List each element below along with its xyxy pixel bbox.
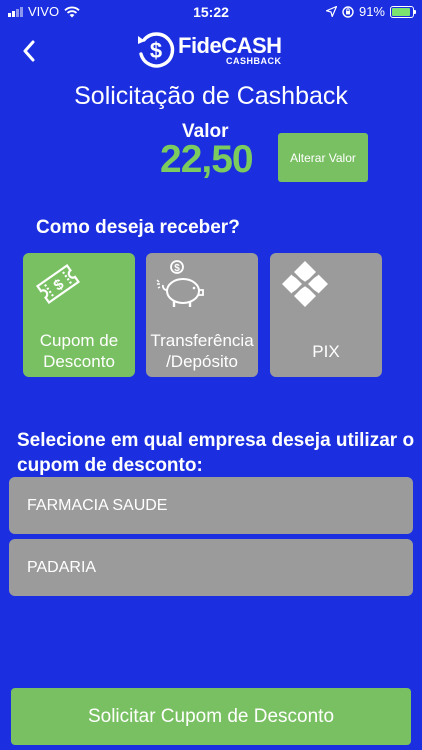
company-label: FARMACIA SAUDE: [27, 497, 168, 514]
brand-subtitle: CASHBACK: [226, 56, 282, 66]
company-option-padaria[interactable]: PADARIA: [9, 539, 413, 596]
company-question: Selecione em qual empresa deseja utiliza…: [17, 430, 415, 476]
svg-text:$: $: [174, 263, 180, 274]
battery-percent: 91%: [358, 4, 385, 19]
battery-icon: [390, 5, 416, 18]
cashback-dollar-icon: $: [138, 32, 175, 68]
option-label: PIX: [312, 342, 340, 361]
chevron-left-icon: [23, 40, 35, 62]
status-bar: VIVO 15:22 91%: [0, 0, 422, 24]
option-label: Transferência /Depósito: [150, 331, 254, 371]
valor-amount: 22,50: [160, 138, 254, 181]
solicitar-cupom-button[interactable]: Solicitar Cupom de Desconto: [11, 688, 411, 745]
piggy-bank-icon: $: [156, 260, 204, 307]
receive-method-question: Como deseja receber?: [36, 217, 240, 238]
company-label: PADARIA: [27, 559, 97, 576]
company-option-farmacia-saude[interactable]: FARMACIA SAUDE: [9, 477, 413, 534]
alterar-valor-button[interactable]: Alterar Valor: [278, 133, 368, 182]
battery-level-fill: [392, 7, 411, 16]
option-label: Cupom de Desconto: [39, 331, 119, 371]
location-arrow-icon: [325, 6, 337, 17]
app-logo: $ FideCASH CASHBACK: [136, 30, 286, 70]
option-transferencia-deposito[interactable]: $ Transferência /Depósito: [146, 253, 258, 377]
orientation-lock-icon: [342, 5, 354, 18]
back-button[interactable]: [18, 36, 40, 66]
coupon-icon: $: [35, 263, 81, 305]
option-pix[interactable]: PIX: [270, 253, 382, 377]
svg-text:$: $: [150, 38, 162, 63]
status-bar-right: 91%: [325, 4, 416, 19]
pix-icon: [282, 261, 328, 307]
page-title: Solicitação de Cashback: [74, 82, 348, 110]
option-cupom-desconto[interactable]: $ Cupom de Desconto: [23, 253, 135, 377]
